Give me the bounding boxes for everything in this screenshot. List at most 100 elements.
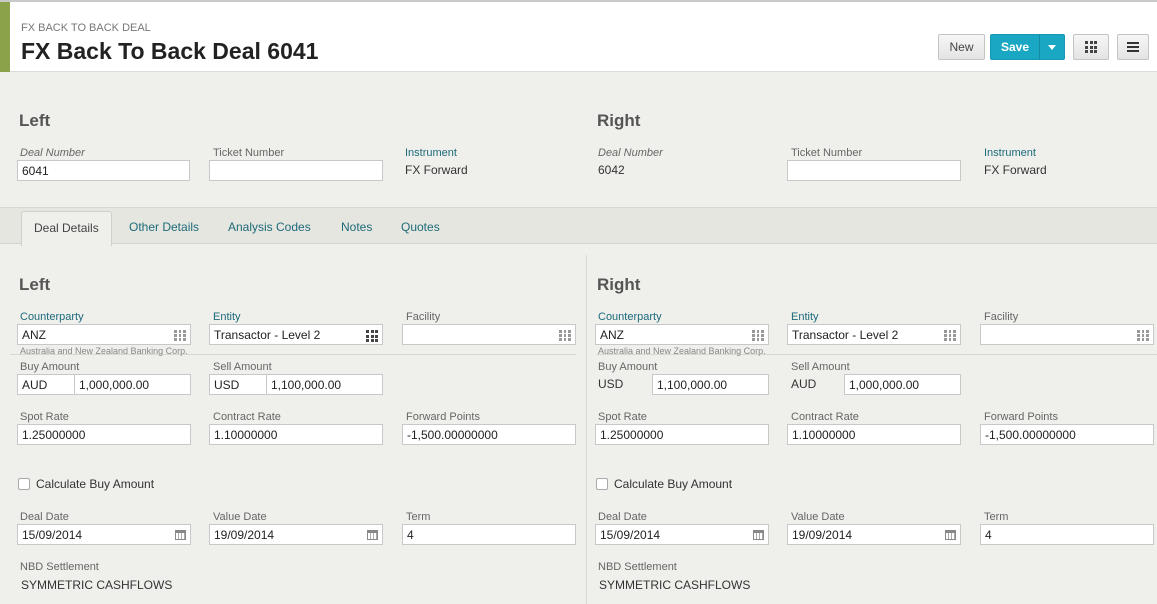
right-value-date-value: 19/09/2014 — [792, 528, 853, 542]
calendar-icon[interactable] — [175, 530, 186, 540]
right-deal-date-value: 15/09/2014 — [600, 528, 661, 542]
right-value-date-field[interactable]: 19/09/2014 — [787, 524, 961, 545]
right-term-field[interactable]: 4 — [980, 524, 1154, 545]
calendar-icon[interactable] — [753, 530, 764, 540]
right-buy-amount-label: Buy Amount — [598, 361, 658, 373]
contract-rate-label: Contract Rate — [213, 411, 281, 423]
right-entity-field[interactable]: Transactor - Level 2 — [787, 324, 961, 345]
right-deal-number-value: 6042 — [598, 163, 625, 177]
buy-currency-field[interactable]: AUD — [17, 374, 75, 395]
lookup-grid-icon[interactable] — [366, 330, 378, 342]
right-instrument-label: Instrument — [984, 147, 1036, 159]
lookup-grid-icon[interactable] — [752, 330, 764, 341]
spot-rate-field[interactable]: 1.25000000 — [17, 424, 191, 445]
right-nbd-settlement-label: NBD Settlement — [598, 561, 677, 573]
right-counterparty-label: Counterparty — [598, 311, 662, 323]
tab-quotes[interactable]: Quotes — [401, 220, 440, 234]
right-forward-points-field[interactable]: -1,500.00000000 — [980, 424, 1154, 445]
deal-date-value: 15/09/2014 — [22, 528, 83, 542]
sell-amount-field[interactable]: 1,100,000.00 — [266, 374, 383, 395]
right-contract-rate-field[interactable]: 1.10000000 — [787, 424, 961, 445]
forward-points-label: Forward Points — [406, 411, 480, 423]
instrument-value: FX Forward — [405, 163, 468, 177]
lookup-grid-icon[interactable] — [174, 330, 186, 341]
nbd-settlement-label: NBD Settlement — [20, 561, 99, 573]
value-date-label: Value Date — [213, 511, 267, 523]
tab-analysis-codes[interactable]: Analysis Codes — [228, 220, 311, 234]
grid-icon — [1085, 41, 1097, 53]
deal-date-field[interactable]: 15/09/2014 — [17, 524, 191, 545]
entity-value: Transactor - Level 2 — [214, 328, 321, 342]
entity-field[interactable]: Transactor - Level 2 — [209, 324, 383, 345]
right-nbd-settlement-value: SYMMETRIC CASHFLOWS — [599, 578, 751, 592]
grid-view-button[interactable] — [1073, 34, 1109, 60]
right-ticket-number-label: Ticket Number — [791, 147, 863, 159]
breadcrumb[interactable]: FX BACK TO BACK DEAL — [21, 22, 151, 34]
right-ticket-number-field[interactable] — [787, 160, 961, 181]
right-buy-amount-field[interactable]: 1,100,000.00 — [652, 374, 769, 395]
facility-label: Facility — [406, 311, 441, 323]
ticket-number-label: Ticket Number — [213, 147, 285, 159]
counterparty-field[interactable]: ANZ — [17, 324, 191, 345]
right-contract-rate-label: Contract Rate — [791, 411, 859, 423]
deal-number-field[interactable]: 6041 — [17, 160, 190, 181]
tab-other-details[interactable]: Other Details — [129, 220, 199, 234]
buy-amount-label: Buy Amount — [20, 361, 80, 373]
right-entity-label: Entity — [791, 311, 819, 323]
right-sell-amount-field[interactable]: 1,000,000.00 — [844, 374, 961, 395]
entity-label: Entity — [213, 311, 241, 323]
save-dropdown-button[interactable] — [1039, 34, 1065, 60]
tab-bar: Deal Details Other Details Analysis Code… — [0, 207, 1157, 246]
counterparty-value: ANZ — [22, 328, 46, 342]
instrument-label: Instrument — [405, 147, 457, 159]
details-right-title: Right — [597, 275, 641, 294]
save-button[interactable]: Save — [990, 34, 1040, 60]
nbd-settlement-value: SYMMETRIC CASHFLOWS — [21, 578, 173, 592]
page-header: FX BACK TO BACK DEAL FX Back To Back Dea… — [0, 0, 1157, 72]
tab-deal-details[interactable]: Deal Details — [21, 211, 112, 246]
right-spot-rate-label: Spot Rate — [598, 411, 647, 423]
value-date-value: 19/09/2014 — [214, 528, 275, 542]
term-field[interactable]: 4 — [402, 524, 576, 545]
calendar-icon[interactable] — [945, 530, 956, 540]
counterparty-full-name: Australia and New Zealand Banking Corp. — [20, 346, 188, 356]
lookup-grid-icon[interactable] — [1137, 330, 1149, 341]
lookup-grid-icon[interactable] — [559, 330, 571, 341]
calculate-buy-amount-checkbox[interactable] — [18, 478, 30, 490]
ticket-number-field[interactable] — [209, 160, 383, 181]
tab-notes[interactable]: Notes — [341, 220, 372, 234]
right-spot-rate-field[interactable]: 1.25000000 — [595, 424, 769, 445]
right-value-date-label: Value Date — [791, 511, 845, 523]
right-buy-currency: USD — [598, 377, 624, 391]
spot-rate-label: Spot Rate — [20, 411, 69, 423]
facility-field[interactable] — [402, 324, 576, 345]
sell-currency-field[interactable]: USD — [209, 374, 267, 395]
details-left-title: Left — [19, 275, 51, 294]
forward-points-field[interactable]: -1,500.00000000 — [402, 424, 576, 445]
calendar-icon[interactable] — [367, 530, 378, 540]
counterparty-label: Counterparty — [20, 311, 84, 323]
value-date-field[interactable]: 19/09/2014 — [209, 524, 383, 545]
deal-date-label: Deal Date — [20, 511, 69, 523]
term-label: Term — [406, 511, 431, 523]
hamburger-icon — [1127, 42, 1139, 52]
right-forward-points-label: Forward Points — [984, 411, 1058, 423]
right-counterparty-full-name: Australia and New Zealand Banking Corp. — [598, 346, 766, 356]
right-deal-date-label: Deal Date — [598, 511, 647, 523]
lookup-grid-icon[interactable] — [944, 330, 956, 341]
right-calculate-buy-amount-checkbox[interactable] — [596, 478, 608, 490]
contract-rate-field[interactable]: 1.10000000 — [209, 424, 383, 445]
right-instrument-value: FX Forward — [984, 163, 1047, 177]
sell-amount-label: Sell Amount — [213, 361, 272, 373]
right-calculate-buy-amount-label: Calculate Buy Amount — [614, 477, 733, 491]
right-counterparty-value: ANZ — [600, 328, 624, 342]
right-deal-date-field[interactable]: 15/09/2014 — [595, 524, 769, 545]
column-divider — [586, 255, 587, 604]
new-button[interactable]: New — [938, 34, 985, 60]
deal-number-label: Deal Number — [20, 147, 85, 159]
right-entity-value: Transactor - Level 2 — [792, 328, 899, 342]
right-counterparty-field[interactable]: ANZ — [595, 324, 769, 345]
menu-button[interactable] — [1117, 34, 1149, 60]
right-facility-field[interactable] — [980, 324, 1154, 345]
buy-amount-field[interactable]: 1,000,000.00 — [74, 374, 191, 395]
